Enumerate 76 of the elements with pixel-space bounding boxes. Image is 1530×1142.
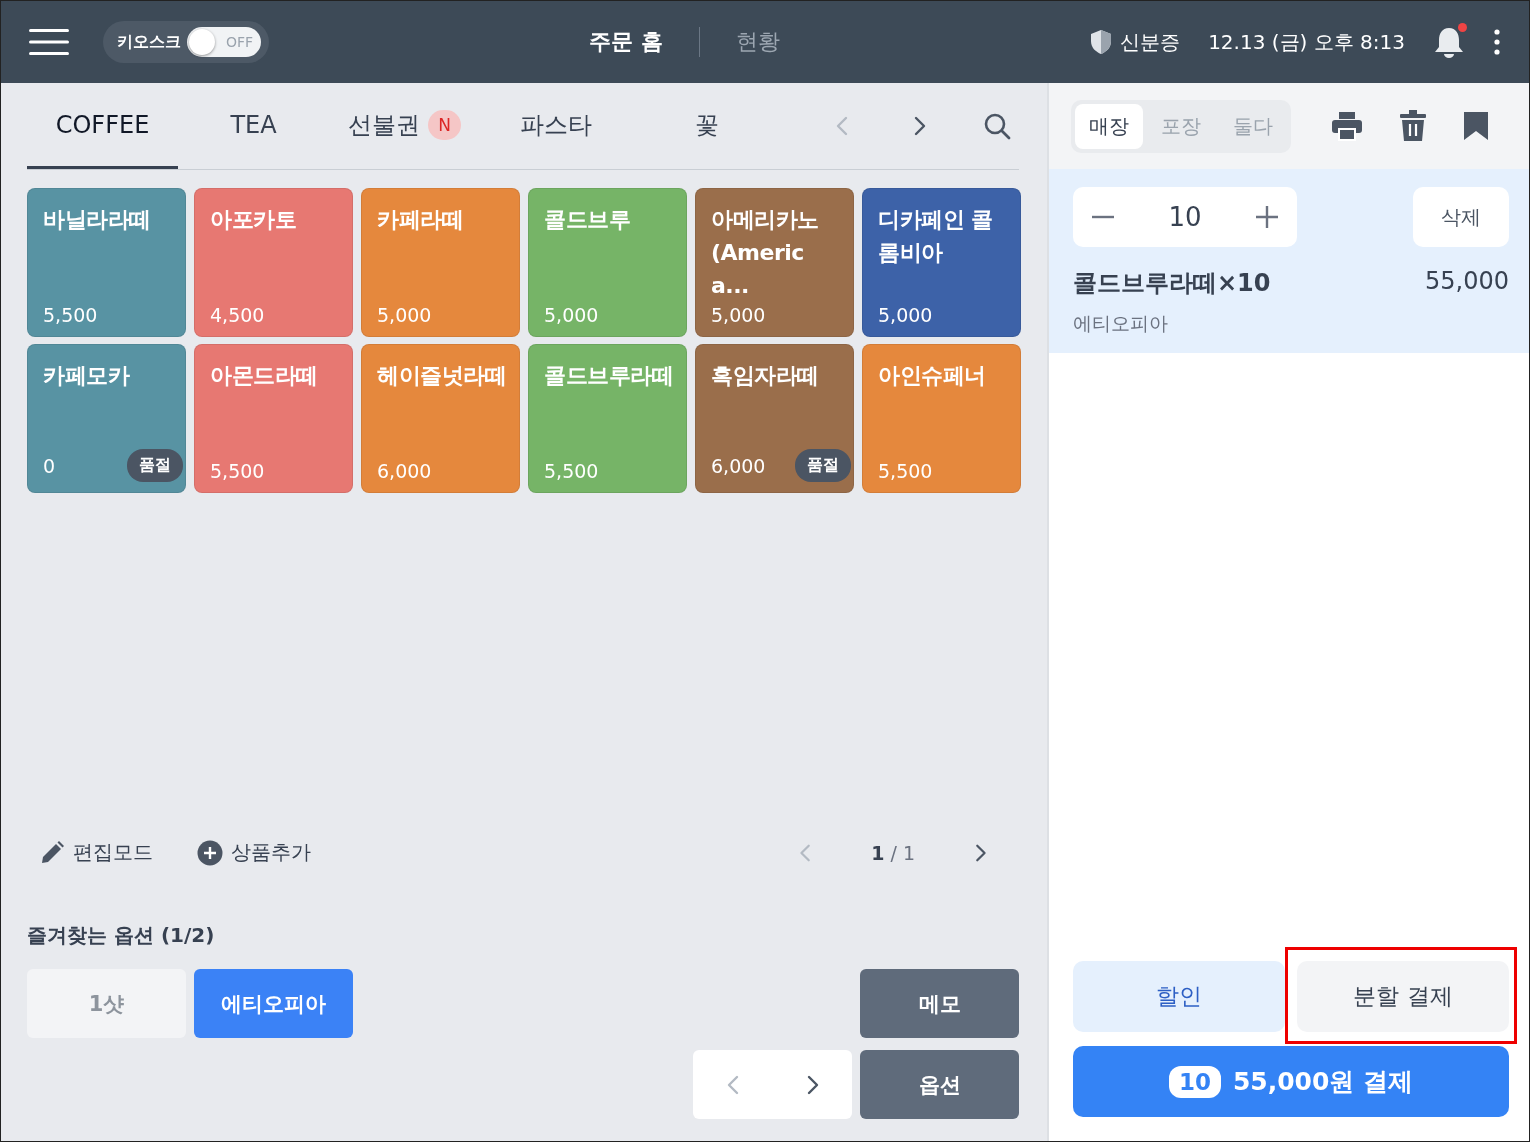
product-price: 0 (43, 454, 56, 477)
order-item[interactable]: 10 삭제 콜드브루라떼×10 55,000 에티오피아 (1049, 169, 1529, 353)
product-name: 콜드브루 (544, 206, 631, 234)
product-tile[interactable]: 아메리카노 (America... 5,000 (695, 188, 854, 337)
plus-circle-icon (197, 839, 223, 866)
pencil-icon (39, 839, 65, 866)
product-name: 흑임자라떼 (711, 362, 820, 390)
quantity-value: 10 (1168, 202, 1202, 232)
product-tile[interactable]: 바닐라라떼 5,500 (27, 188, 186, 337)
product-name: 아몬드라떼 (210, 362, 319, 390)
product-price: 5,500 (878, 460, 933, 482)
nav-tab[interactable]: 주문 홈 (589, 27, 663, 57)
option-button[interactable]: 1샷 (27, 969, 186, 1038)
category-tab[interactable]: 파스타 (480, 83, 631, 169)
product-price: 5,000 (711, 304, 766, 326)
product-name: 아인슈페너 (878, 362, 987, 390)
more-icon[interactable] (1493, 29, 1501, 55)
product-name: 헤이즐넛라떼 (377, 362, 507, 390)
menu-icon[interactable] (29, 28, 69, 56)
page-indicator: 1 / 1 (871, 841, 915, 864)
product-price: 4,500 (210, 304, 265, 326)
pay-button[interactable]: 10 55,000원 결제 (1073, 1046, 1509, 1117)
count-badge: 10 (1168, 1065, 1221, 1098)
trash-icon[interactable] (1399, 110, 1427, 142)
product-name: 아메리카노 (America... (711, 206, 820, 300)
category-tab[interactable]: 꽃 (631, 83, 782, 169)
section-title: 즐겨찾는 옵션 (1/2) (27, 922, 216, 949)
delete-button[interactable]: 삭제 (1413, 187, 1509, 247)
id-label[interactable]: 신분증 (1120, 28, 1181, 56)
search-icon[interactable] (983, 112, 1011, 140)
product-tile[interactable]: 디카페인 콜롬비아 5,000 (862, 188, 1021, 337)
sold-out-badge: 품절 (127, 449, 183, 482)
product-tile[interactable]: 아포카토 4,500 (194, 188, 353, 337)
product-name: 카페라떼 (377, 206, 464, 234)
shield-icon (1090, 29, 1113, 55)
split-payment-button[interactable]: 분할 결제 (1297, 961, 1509, 1032)
product-name: 바닐라라떼 (43, 206, 152, 234)
memo-button[interactable]: 메모 (860, 969, 1019, 1038)
kiosk-toggle[interactable]: 키오스크 OFF (103, 21, 269, 63)
item-name: 콜드브루라떼×10 (1073, 268, 1271, 299)
datetime-text: 12.13 (금) 오후 8:13 (1208, 28, 1405, 56)
new-badge: N (428, 109, 461, 140)
discount-button[interactable]: 할인 (1073, 961, 1285, 1032)
quantity-stepper[interactable]: 10 (1073, 187, 1297, 247)
nav-tab[interactable]: 현황 (735, 27, 780, 57)
product-name: 카페모카 (43, 362, 131, 390)
kiosk-label: 키오스크 (117, 31, 181, 53)
tool-button[interactable]: 편집모드 (39, 839, 153, 866)
tool-button[interactable]: 상품추가 (197, 839, 311, 866)
product-tile[interactable]: 카페모카 0 품절 (27, 344, 186, 493)
product-price: 5,000 (544, 304, 599, 326)
product-tile[interactable]: 아몬드라떼 5,500 (194, 344, 353, 493)
item-price: 55,000 (1425, 267, 1509, 297)
option-button[interactable]: 옵션 (860, 1050, 1019, 1119)
sold-out-badge: 품절 (795, 449, 851, 482)
product-price: 5,500 (43, 304, 98, 326)
bookmark-icon[interactable] (1463, 111, 1489, 141)
printer-icon[interactable] (1331, 111, 1363, 141)
category-tab[interactable]: COFFEE (27, 83, 178, 169)
product-price: 6,000 (377, 460, 432, 482)
product-price: 5,500 (210, 460, 265, 482)
bell-icon[interactable] (1433, 25, 1465, 59)
product-name: 아포카토 (210, 206, 297, 234)
order-type-tab[interactable]: 매장 (1075, 103, 1143, 149)
category-tab[interactable]: 선불권 N (329, 83, 480, 169)
product-price: 5,000 (377, 304, 432, 326)
product-name: 콜드브루라떼 (544, 362, 674, 390)
item-option: 에티오피아 (1073, 311, 1509, 337)
product-name: 디카페인 콜롬비아 (878, 206, 994, 267)
product-price: 5,000 (878, 304, 933, 326)
product-price: 5,500 (544, 460, 599, 482)
category-tab[interactable]: TEA (178, 83, 329, 169)
product-price: 6,000 (711, 454, 766, 477)
plus-icon[interactable] (1255, 205, 1279, 229)
product-tile[interactable]: 흑임자라떼 6,000 품절 (695, 344, 854, 493)
option-button[interactable]: 에티오피아 (194, 969, 353, 1038)
